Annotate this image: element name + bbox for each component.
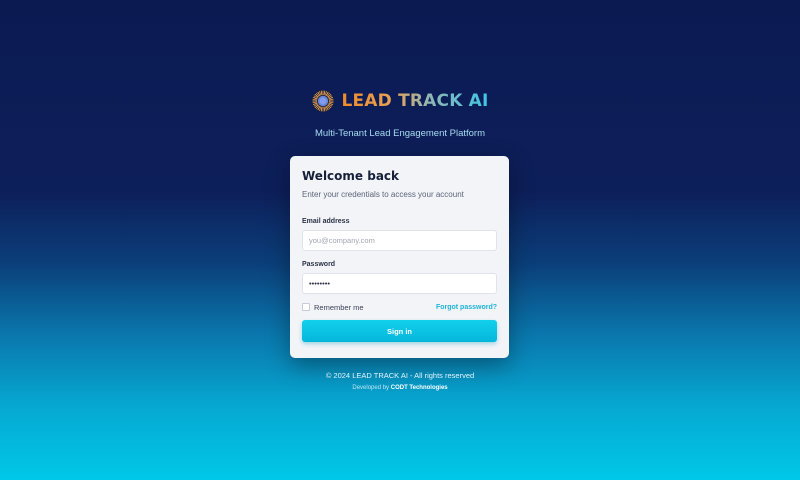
copyright-text: © 2024 LEAD TRACK AI - All rights reserv… bbox=[325, 371, 475, 380]
remember-label: Remember me bbox=[314, 302, 364, 312]
developed-by: Developed by CODT Technologies bbox=[0, 385, 800, 391]
developer-name: CODT Technologies bbox=[390, 385, 448, 391]
remember-checkbox[interactable] bbox=[302, 303, 310, 311]
login-card: Welcome back Enter your credentials to a… bbox=[290, 156, 509, 358]
developed-prefix: Developed by bbox=[352, 385, 390, 391]
email-label: Email address bbox=[302, 218, 350, 225]
brand-tagline: Multi-Tenant Lead Engagement Platform bbox=[314, 128, 486, 139]
brand-name: LEAD TRACK AI bbox=[341, 91, 489, 111]
email-field[interactable] bbox=[302, 230, 497, 251]
brand-header: LEAD TRACK AI bbox=[0, 89, 800, 113]
password-field[interactable] bbox=[302, 273, 497, 294]
sign-in-button[interactable]: Sign in bbox=[302, 320, 497, 342]
card-subtitle: Enter your credentials to access your ac… bbox=[302, 190, 464, 199]
forgot-password-link[interactable]: Forgot password? bbox=[436, 304, 497, 311]
card-title: Welcome back bbox=[302, 169, 400, 183]
password-label: Password bbox=[302, 261, 336, 268]
remember-me[interactable]: Remember me bbox=[302, 303, 364, 312]
options-row: Remember me Forgot password? bbox=[302, 302, 497, 312]
sunburst-logo-icon bbox=[311, 89, 335, 113]
